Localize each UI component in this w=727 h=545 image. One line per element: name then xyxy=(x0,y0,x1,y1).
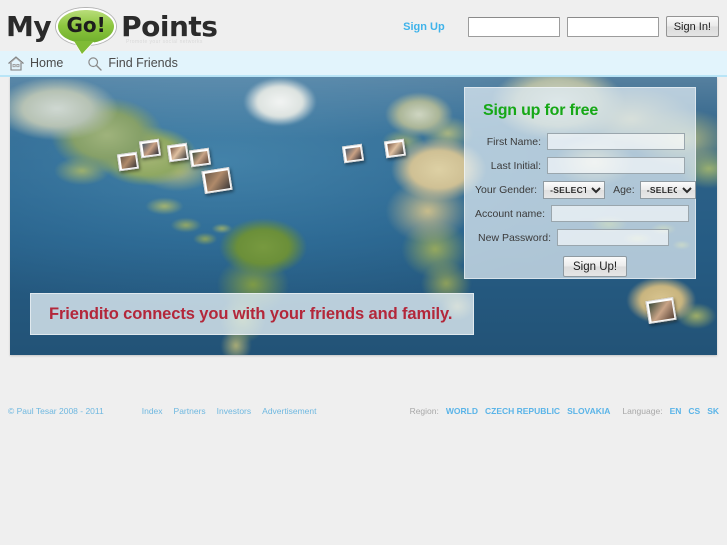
footer-language-sk[interactable]: SK xyxy=(707,406,719,416)
nav-label-home: Home xyxy=(30,56,64,70)
footer-language-en[interactable]: EN xyxy=(670,406,682,416)
gender-select[interactable]: -SELECT- xyxy=(543,180,606,199)
label-age: Age: xyxy=(613,183,635,196)
signup-submit-row: Sign Up! xyxy=(475,256,685,277)
signup-link[interactable]: Sign Up xyxy=(403,21,445,33)
site-footer: © Paul Tesar 2008 - 2011 Index Partners … xyxy=(0,398,727,424)
hero-tagline-text: Friendito connects you with your friends… xyxy=(49,304,453,323)
map-photo-pin[interactable] xyxy=(201,166,233,195)
logo-word-my: My xyxy=(6,9,52,43)
site-header: My Go! Points Promote your social networ… xyxy=(0,0,727,51)
footer-copyright: © Paul Tesar 2008 - 2011 xyxy=(8,406,104,416)
footer-link-advertisement[interactable]: Advertisement xyxy=(262,406,316,416)
new-password-input[interactable] xyxy=(557,229,669,246)
logo-word-points: Points xyxy=(121,9,218,43)
footer-region-world[interactable]: WORLD xyxy=(446,406,478,416)
logo-tagline: Promote your social networks xyxy=(126,39,203,45)
signin-button[interactable]: Sign In! xyxy=(665,16,719,37)
map-photo-pin[interactable] xyxy=(645,296,677,325)
first-name-input[interactable] xyxy=(547,133,685,150)
signup-heading: Sign up for free xyxy=(483,102,599,119)
footer-region-slovakia[interactable]: SLOVAKIA xyxy=(567,406,610,416)
label-first-name: First Name: xyxy=(486,135,541,148)
footer-link-partners[interactable]: Partners xyxy=(174,406,206,416)
map-photo-pin[interactable] xyxy=(188,147,212,168)
nav-item-find-friends[interactable]: Find Friends xyxy=(87,56,178,71)
username-input[interactable] xyxy=(467,16,560,37)
footer-links: Index Partners Investors Advertisement xyxy=(142,406,317,416)
auth-bar: Sign Up Sign In! xyxy=(403,16,719,37)
password-input[interactable] xyxy=(566,16,659,37)
label-last-initial: Last Initial: xyxy=(490,159,541,172)
nav-label-find-friends: Find Friends xyxy=(108,56,178,70)
field-row-last-initial: Last Initial: xyxy=(475,156,685,175)
label-account-name: Account name: xyxy=(475,207,546,220)
logo-bubble-text: Go! xyxy=(66,13,106,37)
hero-stage: Friendito connects you with your friends… xyxy=(0,77,727,397)
footer-link-investors[interactable]: Investors xyxy=(217,406,252,416)
label-gender: Your Gender: xyxy=(475,183,538,196)
world-map[interactable]: Friendito connects you with your friends… xyxy=(10,77,717,355)
field-row-account-name: Account name: xyxy=(475,204,690,223)
last-initial-input[interactable] xyxy=(547,157,685,174)
account-name-input[interactable] xyxy=(551,205,690,222)
hero-tagline-banner: Friendito connects you with your friends… xyxy=(30,293,474,335)
map-photo-pin[interactable] xyxy=(341,143,365,164)
logo-speech-bubble-icon: Go! xyxy=(56,7,117,45)
search-icon xyxy=(87,56,103,71)
home-icon xyxy=(8,55,24,71)
main-navigation: Home Find Friends xyxy=(0,51,727,77)
age-select[interactable]: -SELECT- xyxy=(639,180,696,199)
signup-panel: Sign up for free First Name: Last Initia… xyxy=(464,87,696,279)
map-photo-pin[interactable] xyxy=(166,142,190,163)
field-row-first-name: First Name: xyxy=(475,132,685,151)
landmass-new-zealand xyxy=(710,309,717,351)
site-logo[interactable]: My Go! Points Promote your social networ… xyxy=(6,6,218,46)
nav-item-home[interactable]: Home xyxy=(8,55,64,71)
footer-language-cs[interactable]: CS xyxy=(688,406,700,416)
footer-language-label: Language: xyxy=(622,406,663,416)
footer-language-selector: Language: EN CS SK xyxy=(622,406,719,416)
map-photo-pin[interactable] xyxy=(138,138,162,159)
footer-link-index[interactable]: Index xyxy=(142,406,163,416)
signup-submit-button[interactable]: Sign Up! xyxy=(563,256,628,277)
field-row-gender-age: Your Gender: -SELECT- Age: -SELECT- xyxy=(475,180,696,199)
footer-region-czech-republic[interactable]: CZECH REPUBLIC xyxy=(485,406,560,416)
field-row-new-password: New Password: xyxy=(475,228,685,247)
footer-region-label: Region: xyxy=(409,406,439,416)
label-new-password: New Password: xyxy=(478,231,551,244)
map-photo-pin[interactable] xyxy=(383,138,407,159)
map-photo-pin[interactable] xyxy=(116,151,140,172)
footer-region-selector: Region: WORLD CZECH REPUBLIC SLOVAKIA xyxy=(410,406,611,416)
